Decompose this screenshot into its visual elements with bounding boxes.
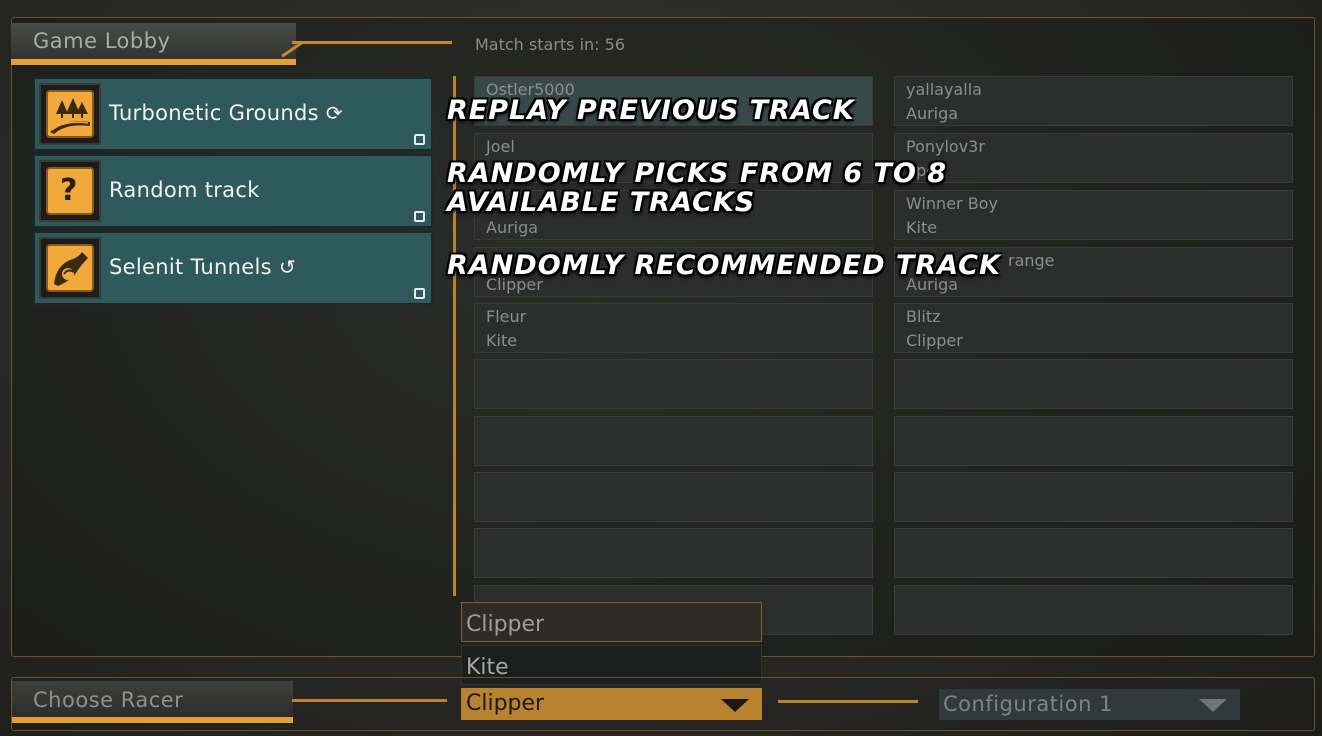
choose-racer-title: Choose Racer — [33, 688, 184, 712]
recommended-icon: ↺ — [278, 255, 296, 279]
empty-player-slot — [894, 528, 1293, 578]
racer-rule — [778, 700, 918, 703]
track-option-random[interactable]: ? Random track — [33, 154, 433, 228]
racer-select[interactable]: Clipper — [461, 688, 762, 720]
match-countdown: Match starts in: 56 — [475, 35, 626, 54]
configuration-select[interactable]: Configuration 1 — [939, 689, 1240, 720]
chevron-down-icon — [721, 699, 749, 712]
empty-player-slot — [474, 416, 873, 466]
player-slot: Blitz Clipper — [894, 303, 1293, 353]
empty-player-slot — [894, 585, 1293, 635]
player-name: Winner Boy — [906, 194, 998, 213]
replay-icon: ⟳ — [325, 101, 343, 125]
track-option-selenit-tunnels[interactable]: Selenit Tunnels ↺ — [33, 231, 433, 305]
player-slot: Ponylov3r pper — [894, 133, 1293, 183]
player-racer: Kite — [906, 218, 938, 237]
empty-player-slot — [894, 416, 1293, 466]
caption-random-line2: AVAILABLE TRACKS — [447, 187, 756, 218]
racer-rule — [292, 699, 447, 702]
player-name: Fleur — [486, 307, 527, 326]
player-racer: Clipper — [906, 331, 963, 350]
player-name: Joel — [486, 137, 515, 156]
forest-track-icon — [46, 90, 94, 138]
player-name: Blitz — [906, 307, 941, 326]
racer-option-kite[interactable]: Kite — [461, 645, 762, 685]
question-mark-icon: ? — [46, 167, 94, 215]
panel-divider — [453, 76, 456, 596]
track-option-turbonetic-grounds[interactable]: Turbonetic Grounds ⟳ — [33, 77, 433, 151]
lobby-title: Game Lobby — [33, 29, 171, 53]
caption-replay: REPLAY PREVIOUS TRACK — [447, 95, 855, 126]
player-name: Ponylov3r — [906, 137, 985, 156]
player-slot: Winner Boy Kite — [894, 190, 1293, 240]
caption-recommended: RANDOMLY RECOMMENDED TRACK — [447, 250, 1001, 281]
crystal-tunnel-icon — [46, 244, 94, 292]
track-icon-frame — [39, 83, 101, 145]
player-slot: Fleur Kite — [474, 303, 873, 353]
empty-player-slot — [894, 359, 1293, 409]
track-name: Turbonetic Grounds ⟳ — [109, 101, 343, 125]
empty-player-slot — [894, 472, 1293, 522]
vote-counter — [414, 134, 425, 145]
vote-counter — [414, 288, 425, 299]
track-name: Selenit Tunnels ↺ — [109, 255, 296, 279]
player-racer: Auriga — [906, 104, 959, 123]
player-racer: Kite — [486, 331, 518, 350]
empty-player-slot — [474, 472, 873, 522]
header-rule — [292, 41, 452, 44]
track-icon-frame — [39, 237, 101, 299]
player-slot: yallayalla Auriga — [894, 76, 1293, 126]
track-name: Random track — [109, 178, 260, 202]
empty-player-slot — [474, 528, 873, 578]
track-icon-frame: ? — [39, 160, 101, 222]
caption-random-line1: RANDOMLY PICKS FROM 6 TO 8 — [447, 158, 948, 189]
empty-player-slot — [474, 359, 873, 409]
vote-counter — [414, 211, 425, 222]
player-name: range — [1008, 251, 1055, 270]
chevron-down-icon — [1199, 699, 1227, 712]
player-name: yallayalla — [906, 80, 982, 99]
racer-select-value: Clipper — [466, 691, 545, 716]
configuration-select-value: Configuration 1 — [943, 692, 1113, 716]
player-racer: Auriga — [486, 218, 539, 237]
racer-option-clipper[interactable]: Clipper — [461, 602, 762, 642]
